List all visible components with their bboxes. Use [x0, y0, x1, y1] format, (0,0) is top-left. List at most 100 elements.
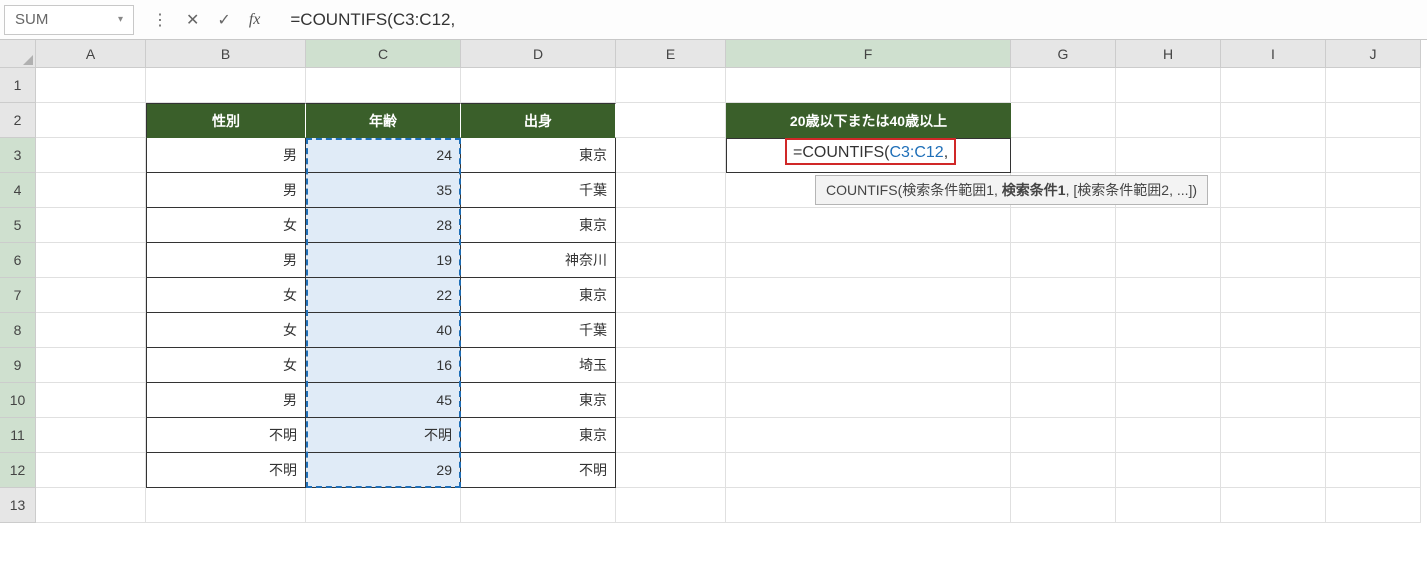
- cell-B10[interactable]: 男: [146, 383, 306, 418]
- cell-H11[interactable]: [1116, 418, 1221, 453]
- cell-C7[interactable]: 22: [306, 278, 461, 313]
- cell-F1[interactable]: [726, 68, 1011, 103]
- row-header-1[interactable]: 1: [0, 68, 36, 103]
- cell-J10[interactable]: [1326, 383, 1421, 418]
- cell-H3[interactable]: [1116, 138, 1221, 173]
- cell-C11[interactable]: 不明: [306, 418, 461, 453]
- cell-I13[interactable]: [1221, 488, 1326, 523]
- cell-F6[interactable]: [726, 243, 1011, 278]
- cell-B4[interactable]: 男: [146, 173, 306, 208]
- cell-C2[interactable]: 年齢: [306, 103, 461, 138]
- cell-I4[interactable]: [1221, 173, 1326, 208]
- col-header-B[interactable]: B: [146, 40, 306, 68]
- cell-F7[interactable]: [726, 278, 1011, 313]
- cell-I6[interactable]: [1221, 243, 1326, 278]
- row-header-4[interactable]: 4: [0, 173, 36, 208]
- cancel-icon[interactable]: ✕: [186, 10, 199, 30]
- col-header-E[interactable]: E: [616, 40, 726, 68]
- cell-I3[interactable]: [1221, 138, 1326, 173]
- cell-H6[interactable]: [1116, 243, 1221, 278]
- cell-G7[interactable]: [1011, 278, 1116, 313]
- row-header-8[interactable]: 8: [0, 313, 36, 348]
- cell-H2[interactable]: [1116, 103, 1221, 138]
- cell-B12[interactable]: 不明: [146, 453, 306, 488]
- cell-F12[interactable]: [726, 453, 1011, 488]
- cell-F5[interactable]: [726, 208, 1011, 243]
- cell-C10[interactable]: 45: [306, 383, 461, 418]
- cell-C9[interactable]: 16: [306, 348, 461, 383]
- split-icon[interactable]: ⋮: [152, 10, 168, 30]
- name-box[interactable]: SUM ▾: [4, 5, 134, 35]
- cell-H5[interactable]: [1116, 208, 1221, 243]
- cell-G3[interactable]: [1011, 138, 1116, 173]
- cell-D3[interactable]: 東京: [461, 138, 616, 173]
- formula-editing-overlay[interactable]: =COUNTIFS(C3:C12,: [785, 138, 956, 165]
- cell-G8[interactable]: [1011, 313, 1116, 348]
- cell-F10[interactable]: [726, 383, 1011, 418]
- col-header-H[interactable]: H: [1116, 40, 1221, 68]
- cell-G11[interactable]: [1011, 418, 1116, 453]
- cell-C8[interactable]: 40: [306, 313, 461, 348]
- cell-A7[interactable]: [36, 278, 146, 313]
- col-header-A[interactable]: A: [36, 40, 146, 68]
- cell-B1[interactable]: [146, 68, 306, 103]
- row-header-12[interactable]: 12: [0, 453, 36, 488]
- cell-A5[interactable]: [36, 208, 146, 243]
- cell-C12[interactable]: 29: [306, 453, 461, 488]
- formula-input[interactable]: =COUNTIFS(C3:C12,: [278, 0, 1423, 39]
- cell-A8[interactable]: [36, 313, 146, 348]
- cell-H12[interactable]: [1116, 453, 1221, 488]
- cell-C4[interactable]: 35: [306, 173, 461, 208]
- cell-G9[interactable]: [1011, 348, 1116, 383]
- col-header-I[interactable]: I: [1221, 40, 1326, 68]
- cell-G2[interactable]: [1011, 103, 1116, 138]
- cell-I7[interactable]: [1221, 278, 1326, 313]
- cell-C6[interactable]: 19: [306, 243, 461, 278]
- col-header-G[interactable]: G: [1011, 40, 1116, 68]
- cell-D1[interactable]: [461, 68, 616, 103]
- cell-I12[interactable]: [1221, 453, 1326, 488]
- cell-J4[interactable]: [1326, 173, 1421, 208]
- cell-F9[interactable]: [726, 348, 1011, 383]
- cell-A2[interactable]: [36, 103, 146, 138]
- cell-E3[interactable]: [616, 138, 726, 173]
- cell-D6[interactable]: 神奈川: [461, 243, 616, 278]
- name-box-dropdown-icon[interactable]: ▾: [118, 14, 123, 25]
- cell-J5[interactable]: [1326, 208, 1421, 243]
- row-header-7[interactable]: 7: [0, 278, 36, 313]
- row-header-9[interactable]: 9: [0, 348, 36, 383]
- cell-I5[interactable]: [1221, 208, 1326, 243]
- cell-D13[interactable]: [461, 488, 616, 523]
- cell-D7[interactable]: 東京: [461, 278, 616, 313]
- cell-E2[interactable]: [616, 103, 726, 138]
- cell-I10[interactable]: [1221, 383, 1326, 418]
- row-header-3[interactable]: 3: [0, 138, 36, 173]
- cell-E8[interactable]: [616, 313, 726, 348]
- cell-A3[interactable]: [36, 138, 146, 173]
- cell-C1[interactable]: [306, 68, 461, 103]
- cell-E6[interactable]: [616, 243, 726, 278]
- cell-E13[interactable]: [616, 488, 726, 523]
- cell-A12[interactable]: [36, 453, 146, 488]
- cell-D5[interactable]: 東京: [461, 208, 616, 243]
- select-all-corner[interactable]: [0, 40, 36, 68]
- cell-I8[interactable]: [1221, 313, 1326, 348]
- cell-C3[interactable]: 24: [306, 138, 461, 173]
- cell-C5[interactable]: 28: [306, 208, 461, 243]
- cell-B7[interactable]: 女: [146, 278, 306, 313]
- cell-D12[interactable]: 不明: [461, 453, 616, 488]
- row-header-6[interactable]: 6: [0, 243, 36, 278]
- cell-B8[interactable]: 女: [146, 313, 306, 348]
- cell-F2[interactable]: 20歳以下または40歳以上: [726, 103, 1011, 138]
- cell-I1[interactable]: [1221, 68, 1326, 103]
- cell-B9[interactable]: 女: [146, 348, 306, 383]
- fx-icon[interactable]: fx: [249, 11, 261, 29]
- cell-J2[interactable]: [1326, 103, 1421, 138]
- cell-J11[interactable]: [1326, 418, 1421, 453]
- cell-E1[interactable]: [616, 68, 726, 103]
- cell-C13[interactable]: [306, 488, 461, 523]
- cell-B2[interactable]: 性別: [146, 103, 306, 138]
- cell-F8[interactable]: [726, 313, 1011, 348]
- col-header-D[interactable]: D: [461, 40, 616, 68]
- cell-E9[interactable]: [616, 348, 726, 383]
